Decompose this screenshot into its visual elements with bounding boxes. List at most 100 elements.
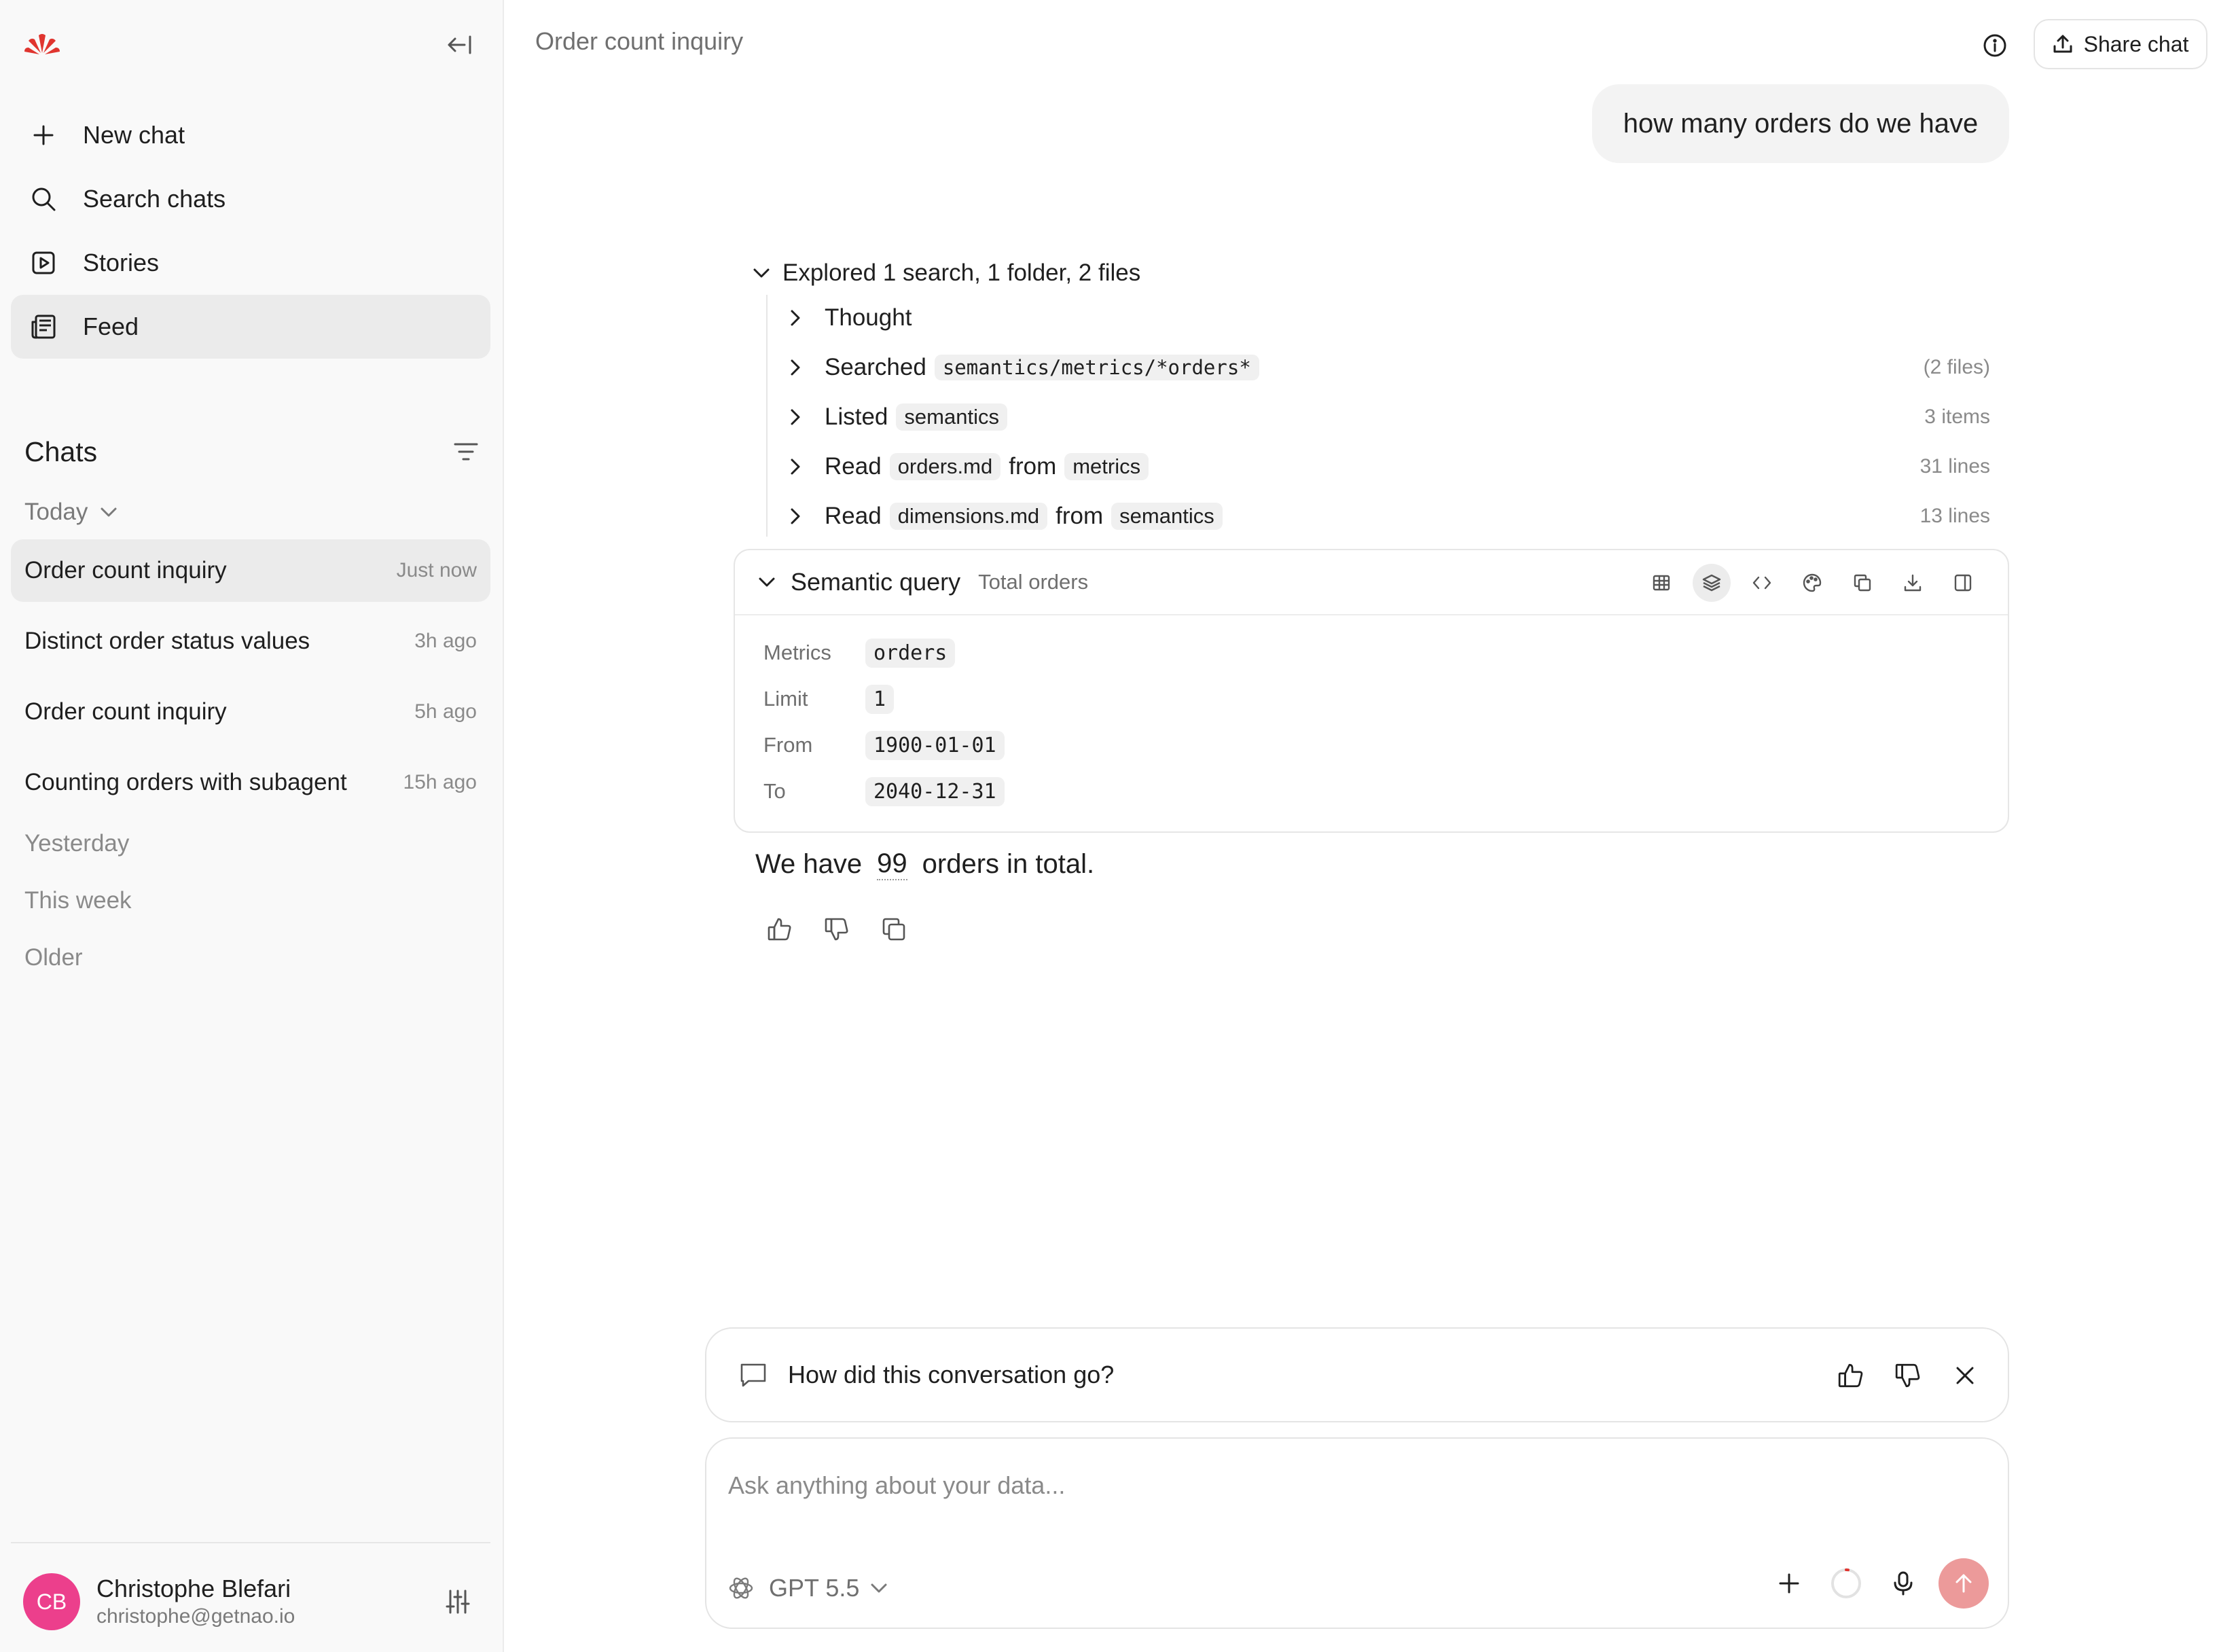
chat-input[interactable] [727, 1465, 1952, 1507]
share-upload-icon [2053, 34, 2073, 54]
newspaper-icon [29, 312, 58, 342]
sidebar: New chat Search chats Stories Feed Chats [0, 0, 504, 1652]
step-meta: (2 files) [1923, 356, 1990, 378]
chat-time: 3h ago [414, 630, 477, 652]
query-row-value: 1900-01-01 [865, 730, 1005, 760]
plus-icon[interactable] [1767, 1562, 1811, 1605]
chevron-down-icon [758, 576, 776, 588]
close-icon[interactable] [1941, 1352, 1989, 1399]
chat-time: 5h ago [414, 700, 477, 723]
answer-value[interactable]: 99 [877, 848, 907, 880]
query-row-label: To [763, 779, 786, 803]
chat-time: Just now [396, 559, 477, 581]
feedback-actions [1818, 1352, 1989, 1399]
context-usage-ring-icon[interactable] [1824, 1562, 1868, 1605]
play-square-icon [29, 248, 58, 278]
file-chip: dimensions.md [889, 503, 1048, 530]
step-from: from [1009, 453, 1057, 480]
chat-list-item[interactable]: Order count inquiry 5h ago [11, 681, 490, 743]
user-profile[interactable]: CB Christophe Blefari christophe@getnao.… [23, 1569, 478, 1634]
openai-logo-icon [727, 1574, 755, 1602]
step-read-dimensions[interactable]: Read dimensions.md from semantics 13 lin… [789, 497, 1998, 535]
step-verb: Read [825, 453, 882, 480]
filter-icon[interactable] [452, 440, 480, 463]
new-chat-label: New chat [83, 121, 185, 149]
chat-bubble-icon [739, 1361, 768, 1388]
search-chats-button[interactable]: Search chats [11, 167, 490, 231]
arrow-left-bar-icon [448, 35, 471, 54]
divider [11, 1542, 490, 1543]
chat-title: Counting orders with subagent [24, 769, 347, 795]
layers-icon[interactable] [1693, 564, 1731, 602]
share-chat-label: Share chat [2083, 31, 2189, 56]
chat-title: Distinct order status values [24, 628, 310, 654]
page-title: Order count inquiry [535, 27, 744, 55]
step-meta: 13 lines [1919, 505, 1990, 527]
chats-section-header: Chats [24, 433, 480, 470]
query-row-label: Metrics [763, 641, 831, 664]
query-row-label: Limit [763, 687, 808, 711]
chevron-right-icon [789, 507, 810, 525]
chat-title: Order count inquiry [24, 557, 227, 583]
step-meta: 3 items [1924, 406, 1990, 428]
answer-suffix: orders in total. [922, 848, 1095, 879]
model-selector[interactable]: GPT 5.5 [727, 1568, 888, 1609]
query-row-to: To 2040-12-31 [763, 773, 1005, 810]
avatar: CB [23, 1573, 80, 1630]
share-chat-button[interactable]: Share chat [2034, 19, 2207, 69]
query-row-from: From 1900-01-01 [763, 727, 1005, 764]
new-chat-button[interactable]: New chat [11, 103, 490, 167]
step-searched[interactable]: Searched semantics/metrics/*orders* (2 f… [789, 348, 1998, 387]
thumbs-up-icon[interactable] [761, 910, 799, 948]
chat-list-item[interactable]: Order count inquiry Just now [11, 539, 490, 602]
this-week-group-toggle[interactable]: This week [24, 887, 132, 914]
semantic-query-title: Semantic query [791, 568, 961, 596]
step-verb: Read [825, 503, 882, 529]
today-group-toggle[interactable]: Today [24, 496, 118, 528]
send-button[interactable] [1939, 1558, 1989, 1609]
semantic-query-subtitle: Total orders [978, 570, 1089, 594]
brand-logo-icon[interactable] [23, 31, 61, 58]
step-read-orders[interactable]: Read orders.md from metrics 31 lines [789, 448, 1998, 486]
search-chats-label: Search chats [83, 185, 226, 213]
query-row-limit: Limit 1 [763, 681, 895, 717]
feed-nav-item[interactable]: Feed [11, 295, 490, 359]
query-row-value: 1 [865, 684, 895, 714]
query-row-value: 2040-12-31 [865, 776, 1005, 806]
step-listed[interactable]: Listed semantics 3 items [789, 398, 1998, 436]
info-icon [1983, 34, 2006, 57]
code-icon[interactable] [1743, 564, 1781, 602]
user-name: Christophe Blefari [96, 1575, 291, 1602]
microphone-icon[interactable] [1881, 1562, 1925, 1605]
palette-icon[interactable] [1793, 564, 1831, 602]
download-icon[interactable] [1894, 564, 1932, 602]
chevron-right-icon [789, 309, 810, 327]
query-row-value: orders [865, 638, 956, 668]
assistant-answer: We have 99 orders in total. [755, 848, 1094, 880]
collapse-sidebar-button[interactable] [441, 30, 477, 60]
copy-icon[interactable] [875, 910, 913, 948]
step-thought[interactable]: Thought [789, 299, 1998, 337]
copy-icon[interactable] [1843, 564, 1881, 602]
user-message-bubble: how many orders do we have [1592, 84, 2009, 163]
explored-summary: Explored 1 search, 1 folder, 2 files [782, 259, 1141, 286]
side-panel-icon[interactable] [1944, 564, 1982, 602]
thumbs-up-icon[interactable] [1827, 1352, 1875, 1399]
steps-guide-line [766, 295, 768, 537]
semantic-query-header[interactable]: Semantic query Total orders [735, 550, 2008, 615]
info-button[interactable] [1978, 29, 2012, 62]
step-verb: Listed [825, 403, 888, 430]
answer-prefix: We have [755, 848, 863, 879]
yesterday-group-toggle[interactable]: Yesterday [24, 830, 129, 857]
older-group-toggle[interactable]: Older [24, 944, 83, 971]
thumbs-down-icon[interactable] [1884, 1352, 1932, 1399]
explored-summary-toggle[interactable]: Explored 1 search, 1 folder, 2 files [753, 255, 1140, 291]
chat-list-item[interactable]: Distinct order status values 3h ago [11, 610, 490, 672]
thumbs-down-icon[interactable] [818, 910, 856, 948]
folder-chip: semantics [896, 403, 1007, 431]
table-view-icon[interactable] [1642, 564, 1680, 602]
settings-sliders-icon[interactable] [441, 1585, 474, 1618]
stories-nav-item[interactable]: Stories [11, 231, 490, 295]
message-reactions [761, 910, 932, 948]
chat-list-item[interactable]: Counting orders with subagent 15h ago [11, 751, 490, 814]
